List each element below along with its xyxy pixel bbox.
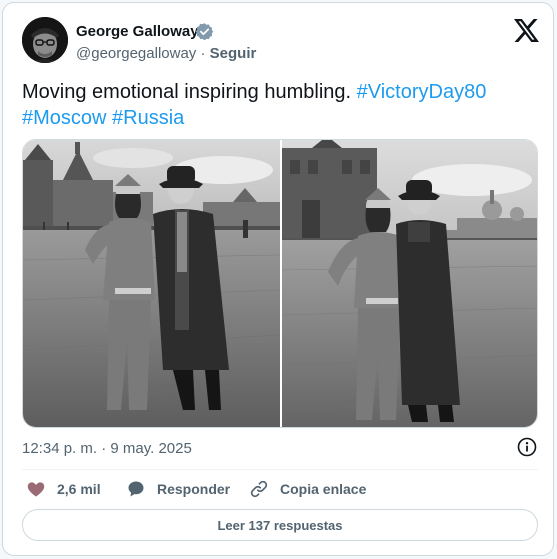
- copy-link-button[interactable]: Copia enlace: [249, 478, 366, 500]
- copy-link-label: Copia enlace: [280, 481, 367, 497]
- reply-button[interactable]: Responder: [126, 478, 230, 500]
- reply-bubble-icon: [128, 481, 144, 497]
- tweet-card: George Galloway @georgegalloway · Seguir…: [2, 2, 554, 556]
- follow-button[interactable]: Seguir: [210, 45, 257, 62]
- timestamp[interactable]: 12:34 p. m. · 9 may. 2025: [22, 440, 192, 457]
- heart-icon: [27, 482, 45, 497]
- divider: [22, 469, 538, 470]
- x-logo-icon[interactable]: [514, 19, 539, 42]
- author-name[interactable]: George Galloway: [76, 23, 199, 40]
- tweet-text: Moving emotional inspiring humbling. #Vi…: [22, 79, 532, 131]
- info-icon[interactable]: [517, 437, 537, 457]
- author-handle[interactable]: @georgegalloway: [76, 45, 196, 62]
- like-count: 2,6 mil: [57, 481, 101, 497]
- reply-label: Responder: [157, 481, 231, 497]
- like-button[interactable]: 2,6 mil: [26, 478, 101, 500]
- media-grid: [22, 139, 538, 428]
- handle-separator: ·: [200, 45, 206, 62]
- handle-row: @georgegalloway · Seguir: [76, 45, 256, 62]
- hashtag-moscow[interactable]: #Moscow: [22, 107, 106, 129]
- avatar[interactable]: [22, 17, 68, 63]
- tweet-body: Moving emotional inspiring humbling.: [22, 81, 352, 103]
- read-replies-button[interactable]: Leer 137 respuestas: [22, 509, 538, 541]
- link-icon: [250, 480, 268, 498]
- photo-1[interactable]: [23, 140, 280, 427]
- verified-badge-icon: [195, 23, 214, 41]
- hashtag-russia[interactable]: #Russia: [112, 107, 184, 129]
- hashtag-victoryday80[interactable]: #VictoryDay80: [357, 81, 487, 103]
- photo-2[interactable]: [282, 140, 537, 427]
